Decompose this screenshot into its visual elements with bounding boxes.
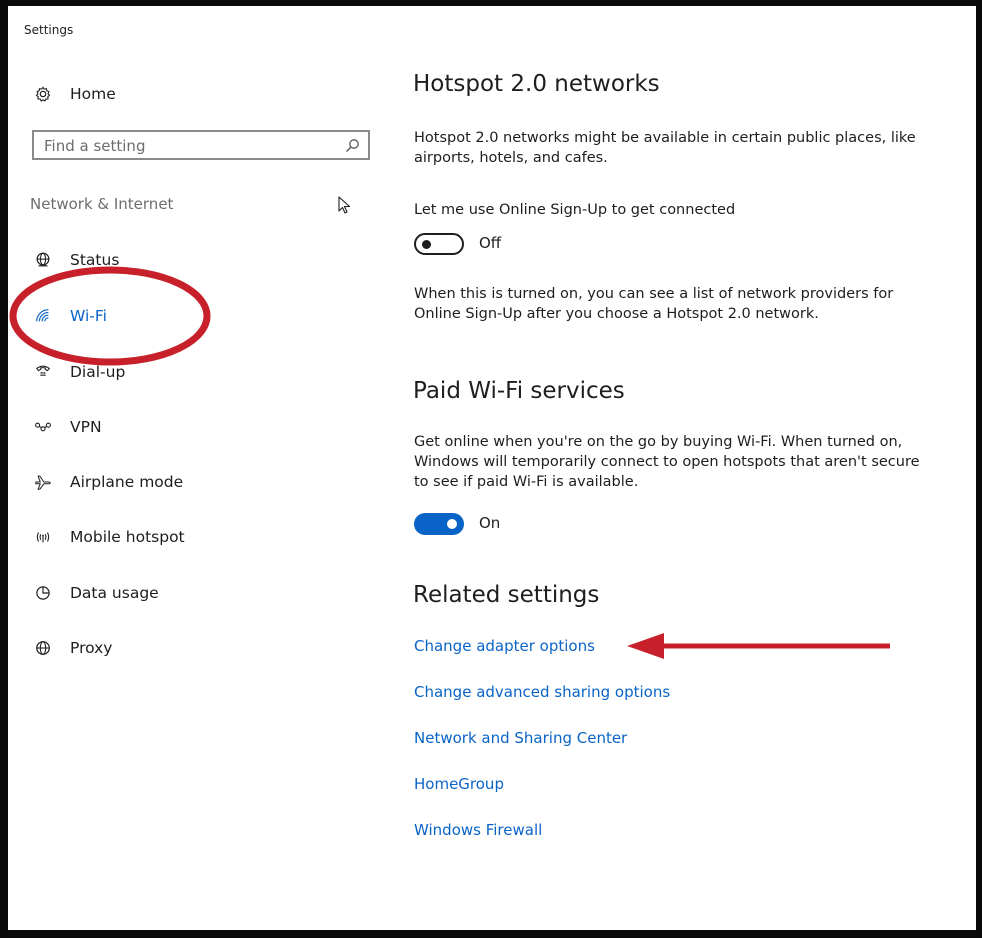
sidebar-item-wifi[interactable]: Wi-Fi [33,301,107,331]
globe-icon [33,638,53,658]
online-signup-toggle[interactable] [414,233,464,255]
sidebar-item-status[interactable]: Status [33,245,119,275]
sidebar-item-data-usage[interactable]: Data usage [33,578,159,608]
paid-wifi-description: Get online when you're on the go by buyi… [414,434,920,490]
hotspot-description: Hotspot 2.0 networks might be available … [414,130,916,166]
sidebar-item-label: Dial-up [70,363,126,381]
mouse-cursor-icon [338,196,351,214]
search-icon[interactable] [344,138,360,154]
wifi-icon [33,306,53,326]
sidebar-item-label: VPN [70,418,102,436]
section-label: Network & Internet [30,195,174,213]
phone-icon [33,362,53,382]
sidebar-item-dialup[interactable]: Dial-up [33,357,125,387]
sidebar-item-mobile-hotspot[interactable]: Mobile hotspot [33,522,185,552]
network-sharing-center-link[interactable]: Network and Sharing Center [414,729,627,747]
sidebar-item-airplane[interactable]: Airplane mode [33,467,183,497]
hotspot-note: When this is turned on, you can see a li… [414,286,894,322]
airplane-icon [33,472,53,492]
paid-wifi-toggle[interactable] [414,513,464,535]
sidebar-item-vpn[interactable]: VPN [33,412,102,442]
change-advanced-sharing-link[interactable]: Change advanced sharing options [414,683,670,701]
homegroup-link[interactable]: HomeGroup [414,775,504,793]
globe-icon [33,250,53,270]
search-box [32,130,370,160]
window-title: Settings [24,23,74,37]
sidebar-home[interactable]: Home [33,79,116,109]
change-adapter-options-link[interactable]: Change adapter options [414,637,595,655]
home-label: Home [70,85,116,103]
search-input[interactable] [44,136,334,156]
windows-firewall-link[interactable]: Windows Firewall [414,821,542,839]
sidebar-item-label: Airplane mode [70,473,184,491]
pie-chart-icon [33,583,53,603]
sidebar-item-label: Proxy [70,639,113,657]
sidebar-item-label: Wi-Fi [70,307,107,325]
paid-wifi-heading: Paid Wi-Fi services [413,378,625,404]
related-settings-heading: Related settings [413,582,600,608]
online-signup-caption: Let me use Online Sign-Up to get connect… [414,202,736,218]
online-signup-toggle-state: Off [479,234,502,252]
hotspot-heading: Hotspot 2.0 networks [413,71,660,97]
sidebar-item-proxy[interactable]: Proxy [33,633,112,663]
sidebar-item-label: Mobile hotspot [70,528,185,546]
sidebar-item-label: Status [70,251,120,269]
sidebar-item-label: Data usage [70,584,159,602]
hotspot-icon [33,527,53,547]
vpn-icon [33,417,53,437]
gear-icon [33,84,53,104]
paid-wifi-toggle-state: On [479,514,501,532]
